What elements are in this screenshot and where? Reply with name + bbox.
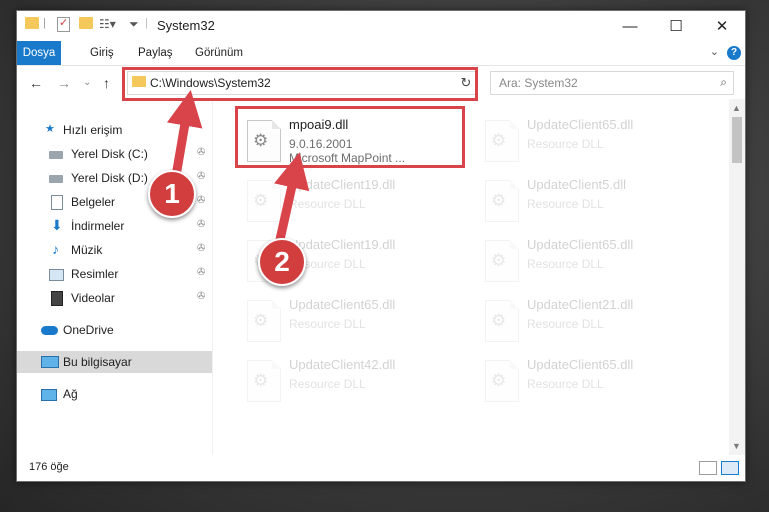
step-2-badge: 2 xyxy=(258,238,306,286)
arrow-1 xyxy=(166,90,203,177)
annotation-arrows xyxy=(166,90,310,245)
step-1-badge: 1 xyxy=(148,170,196,218)
arrow-2 xyxy=(274,152,310,245)
